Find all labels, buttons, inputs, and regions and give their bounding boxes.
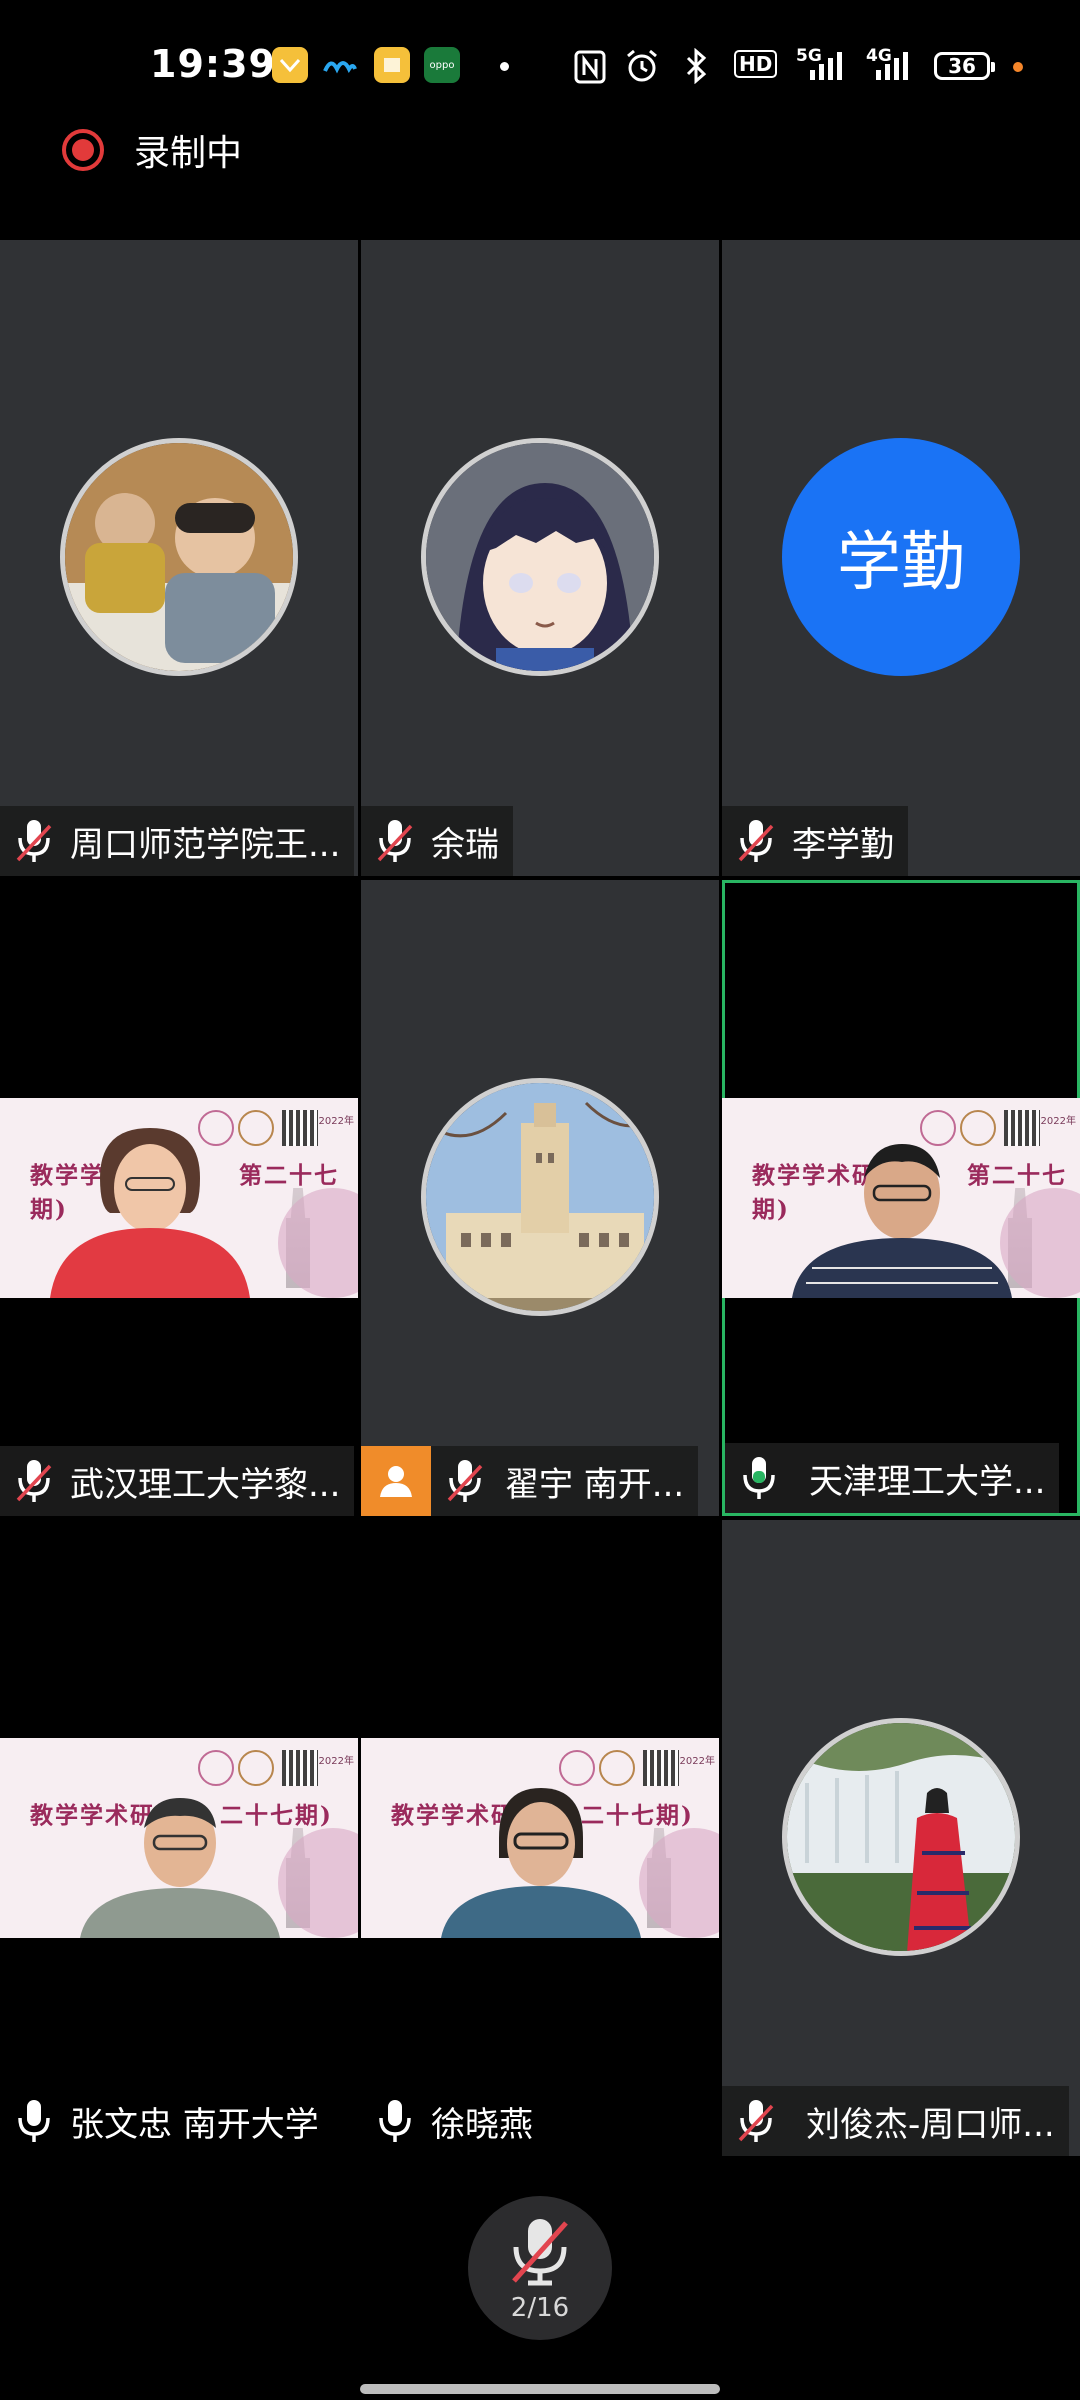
participant-name: 李学勤: [792, 824, 894, 865]
participant-name: 余瑞: [431, 824, 499, 865]
video-year: 2022年: [318, 1756, 354, 1767]
reader-app-icon: [374, 47, 410, 83]
mic-icon: [14, 2096, 54, 2146]
participant-avatar: [60, 438, 298, 676]
muted-mic-icon: [736, 816, 776, 866]
mic-icon: [375, 2096, 415, 2146]
oppo-app-icon: oppo: [424, 47, 460, 83]
participant-tile[interactable]: 余瑞: [361, 240, 719, 876]
video-year: 2022年: [679, 1756, 715, 1767]
participant-name-bar: 徐晓燕: [361, 2086, 547, 2156]
speaker-video-woman: [50, 1128, 250, 1298]
muted-mic-icon: [736, 2096, 776, 2146]
participant-video: 2022年 教学学术研讨 二十七期): [361, 1738, 719, 1938]
muted-mic-icon: [445, 1456, 485, 1506]
emblem-icon: [238, 1750, 274, 1786]
self-mic-toggle-button[interactable]: 2/16: [468, 2196, 612, 2340]
home-indicator[interactable]: [360, 2384, 720, 2394]
emblem-icon: [198, 1750, 234, 1786]
participant-name: 刘俊杰-周口师...: [806, 2104, 1055, 2145]
participant-text-avatar: 学勤: [782, 438, 1020, 676]
qr-code-icon: [643, 1750, 679, 1786]
participant-name: 武汉理工大学黎...: [70, 1464, 341, 1505]
host-badge: [361, 1446, 431, 1516]
participant-name: 徐晓燕: [431, 2104, 533, 2145]
video-year: 2022年: [1040, 1116, 1076, 1127]
speaker-video-man: [792, 1144, 1012, 1298]
muted-mic-icon: [14, 1456, 54, 1506]
participant-name: 张文忠 南开大学: [70, 2104, 319, 2145]
participant-tile[interactable]: 翟宇 南开...: [361, 880, 719, 1516]
participant-tile[interactable]: 学勤 李学勤: [722, 240, 1080, 876]
participant-name-bar: 刘俊杰-周口师...: [722, 2086, 1069, 2156]
page-indicator: 2/16: [510, 2293, 570, 2323]
participant-video: 2022年 教学学术研 第二十七期): [0, 1098, 358, 1298]
muted-mic-icon: [14, 816, 54, 866]
participant-tile[interactable]: 2022年 教学学术研讨 二十七期) 徐晓燕: [361, 1520, 719, 2156]
participant-name-bar: 余瑞: [361, 806, 513, 876]
cloud-app-icon: [322, 47, 358, 83]
participant-name: 翟宇 南开...: [505, 1464, 685, 1505]
speaker-video-man: [80, 1798, 280, 1938]
participant-video: 2022年 教学学术研 第二十七期): [722, 1098, 1080, 1298]
speaker-video-woman: [441, 1788, 641, 1938]
participant-name-bar: 张文忠 南开大学: [0, 2086, 333, 2156]
alarm-icon: [627, 49, 657, 82]
participant-tile[interactable]: 周口师范学院王...: [0, 240, 358, 876]
participant-name-bar: 天津理工大学...: [725, 1443, 1060, 1513]
host-person-icon: [380, 1466, 412, 1497]
participant-avatar: [782, 1718, 1020, 1956]
bluetooth-icon: [686, 48, 707, 84]
participant-avatar: [421, 438, 659, 676]
participant-name: 周口师范学院王...: [70, 824, 341, 865]
nfc-icon: [574, 50, 606, 84]
participant-avatar: [421, 1078, 659, 1316]
hd-voice-badge: HD: [734, 50, 778, 78]
charging-dot: [1013, 62, 1023, 72]
record-icon: [62, 129, 104, 171]
participant-name-bar: 武汉理工大学黎...: [0, 1446, 355, 1516]
qr-code-icon: [282, 1750, 318, 1786]
notification-app-icon: [272, 47, 308, 83]
participant-name-bar: 翟宇 南开...: [361, 1446, 699, 1516]
qr-code-icon: [282, 1110, 318, 1146]
mic-icon: [739, 1453, 779, 1503]
muted-mic-icon: [375, 816, 415, 866]
signal-4g-icon: [876, 52, 908, 80]
participant-name-bar: 李学勤: [722, 806, 908, 876]
participant-name-bar: 周口师范学院王...: [0, 806, 355, 876]
recording-indicator[interactable]: 录制中: [62, 124, 242, 176]
battery-indicator: 36: [934, 52, 995, 80]
more-notifications-dot: [500, 62, 509, 71]
participant-tile[interactable]: 2022年 教学学术研讨 二十七期) 张文忠 南开大学: [0, 1520, 358, 2156]
participant-tile[interactable]: 2022年 教学学术研 第二十七期) 武汉理工大学黎...: [0, 880, 358, 1516]
status-time: 19:39: [150, 42, 276, 86]
muted-mic-icon: [512, 2219, 568, 2286]
status-bar: 19:39 oppo HD 5G 4G 36: [0, 0, 1080, 130]
video-year: 2022年: [318, 1116, 354, 1127]
signal-5g-icon: [810, 52, 842, 80]
participant-tile[interactable]: 刘俊杰-周口师...: [722, 1520, 1080, 2156]
recording-label: 录制中: [134, 133, 243, 174]
participant-video: 2022年 教学学术研讨 二十七期): [0, 1738, 358, 1938]
participant-tile-active-speaker[interactable]: 2022年 教学学术研 第二十七期) 天津理工大学...: [722, 880, 1080, 1516]
participant-name: 天津理工大学...: [809, 1461, 1046, 1502]
